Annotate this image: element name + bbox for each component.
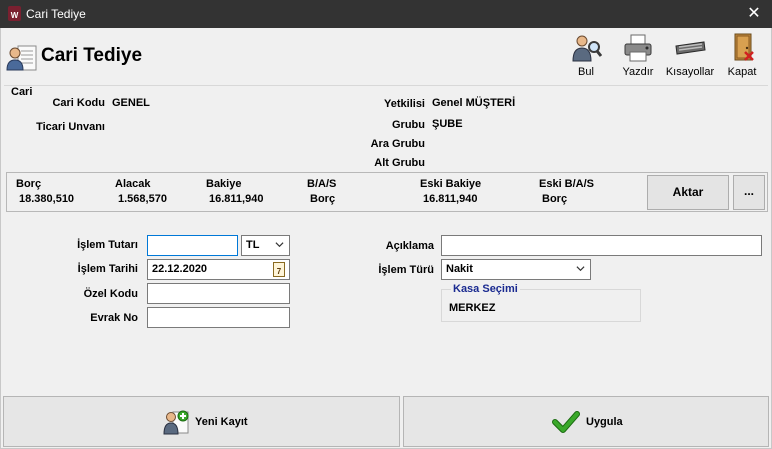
kapat-button[interactable]: Kapat (716, 33, 768, 81)
yetkili-value: Genel MÜŞTERİ (432, 97, 516, 109)
kasa-value[interactable]: MERKEZ (449, 302, 495, 314)
window-title: Cari Tediye (26, 7, 86, 21)
kisayollar-label: Kısayollar (665, 66, 715, 78)
islem-turu-value: Nakit (446, 263, 473, 275)
eski-bas-label: Eski B/A/S (539, 178, 595, 190)
currency-select[interactable]: TL (241, 235, 290, 256)
chevron-down-icon (576, 266, 585, 272)
ozel-kodu-input[interactable] (147, 283, 290, 304)
uygula-button[interactable]: Uygula (403, 396, 769, 447)
close-icon: ✕ (747, 5, 761, 22)
currency-value: TL (246, 239, 260, 251)
islem-tarihi-value: 22.12.2020 (152, 263, 208, 275)
alt-grubu-label: Alt Grubu (374, 157, 425, 169)
kisayollar-button[interactable]: Kısayollar (664, 33, 716, 81)
title-bar: W Cari Tediye ✕ (0, 0, 772, 28)
islem-tutari-label: İşlem Tutarı (77, 239, 138, 251)
user-card-icon (6, 45, 37, 71)
page-title: Cari Tediye (41, 45, 143, 66)
kasa-secimi-title: Kasa Seçimi (451, 283, 520, 295)
aktar-button[interactable]: Aktar (647, 175, 729, 210)
header-divider (4, 85, 768, 86)
find-user-icon (572, 35, 602, 62)
grubu-value: ŞUBE (432, 118, 463, 130)
new-record-icon (163, 410, 189, 435)
cari-kodu-value: GENEL (112, 97, 150, 109)
printer-icon (624, 34, 652, 62)
yazdir-button[interactable]: Yazdır (612, 33, 664, 81)
bul-button[interactable]: Bul (560, 33, 612, 81)
kapat-label: Kapat (727, 66, 757, 78)
yeni-kayit-label: Yeni Kayıt (195, 416, 248, 428)
yeni-kayit-button[interactable]: Yeni Kayıt (3, 396, 400, 447)
alacak-label: Alacak (115, 178, 151, 190)
chevron-down-icon (275, 242, 284, 248)
eski-bakiye-value: 16.811,940 (423, 193, 478, 205)
checkmark-icon (552, 411, 580, 433)
uygula-label: Uygula (586, 416, 623, 428)
aciklama-label: Açıklama (385, 240, 434, 252)
keyboard-icon (675, 41, 706, 55)
islem-tarihi-input[interactable]: 22.12.2020 7 (147, 259, 290, 280)
ara-grubu-label: Ara Grubu (370, 138, 425, 150)
exit-door-icon (734, 33, 754, 61)
islem-tutari-input[interactable] (147, 235, 238, 256)
bas-label: B/A/S (307, 178, 337, 190)
more-button[interactable]: ... (733, 175, 765, 210)
eski-bakiye-label: Eski Bakiye (420, 178, 482, 190)
borc-label: Borç (16, 178, 42, 190)
close-window-button[interactable]: ✕ (736, 0, 772, 28)
yazdir-label: Yazdır (622, 66, 654, 78)
islem-turu-label: İşlem Türü (378, 264, 434, 276)
ozel-kodu-label: Özel Kodu (83, 288, 138, 300)
yetkili-label: Yetkilisi (384, 98, 425, 110)
app-icon: W (8, 6, 21, 21)
alacak-value: 1.568,570 (118, 193, 167, 205)
islem-turu-select[interactable]: Nakit (441, 259, 591, 280)
eski-bas-value: Borç (542, 193, 568, 205)
aciklama-input[interactable] (441, 235, 762, 256)
evrak-no-label: Evrak No (90, 312, 138, 324)
grubu-label: Grubu (392, 119, 425, 131)
evrak-no-input[interactable] (147, 307, 290, 328)
bul-label: Bul (578, 66, 594, 78)
cari-kodu-label: Cari Kodu (52, 97, 105, 109)
ticari-unvan-label: Ticari Unvanı (36, 121, 105, 133)
bakiye-label: Bakiye (206, 178, 242, 190)
bas-value: Borç (310, 193, 336, 205)
islem-tarihi-label: İşlem Tarihi (77, 263, 138, 275)
bakiye-value: 16.811,940 (209, 193, 264, 205)
borc-value: 18.380,510 (19, 193, 75, 205)
calendar-icon[interactable]: 7 (273, 262, 285, 277)
